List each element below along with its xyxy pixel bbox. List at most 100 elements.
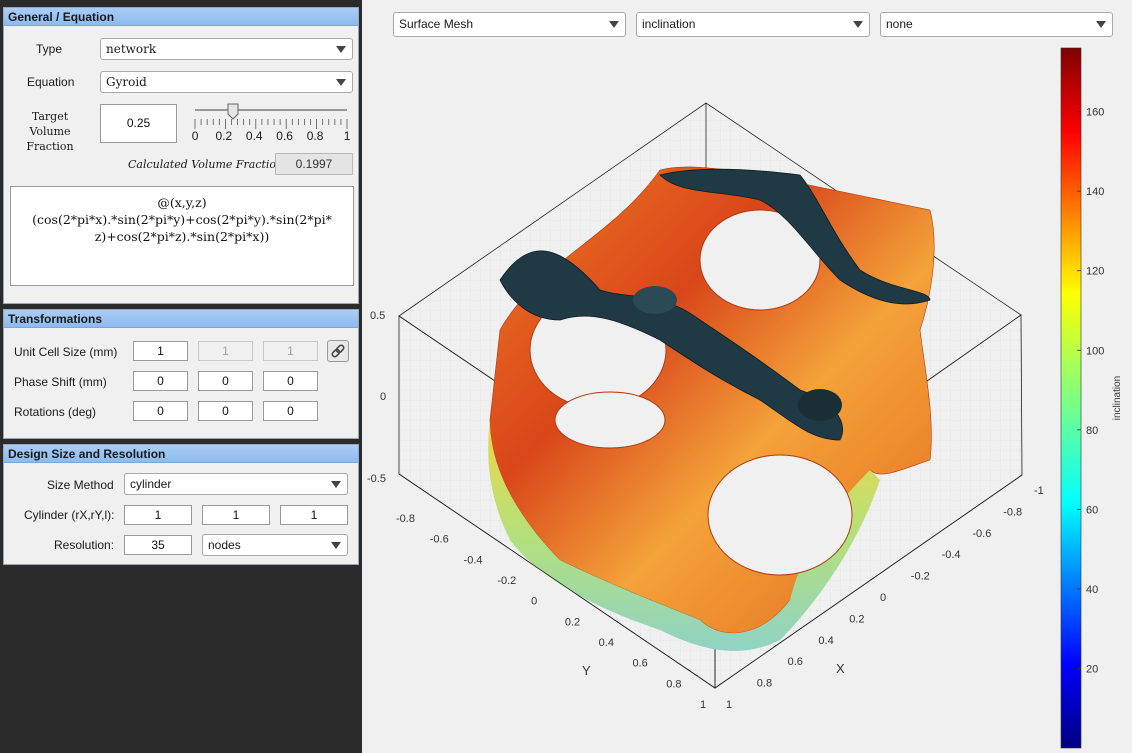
- slider-ticks: [194, 119, 348, 129]
- colorbar-tick-label: 40: [1086, 584, 1098, 596]
- general-equation-title: General / Equation: [4, 8, 358, 26]
- transformations-title: Transformations: [4, 310, 358, 328]
- type-label: Type: [36, 42, 63, 56]
- x-axis-label: X: [836, 661, 845, 676]
- link-button[interactable]: [327, 340, 349, 362]
- cylinder-rx-input[interactable]: 1: [124, 505, 192, 525]
- colorbar-tick-label: 120: [1086, 266, 1104, 278]
- resolution-label: Resolution:: [54, 538, 115, 552]
- calculated-volume-label: Calculated Volume Fraction: [128, 158, 284, 171]
- y-tick-label: 0: [531, 596, 537, 608]
- transformations-panel: Transformations Unit Cell Size (mm) 1 1 …: [3, 309, 359, 439]
- overlay-dropdown[interactable]: none: [880, 12, 1113, 37]
- x-tick-label: 0: [880, 592, 886, 604]
- x-tick-label: -0.2: [911, 571, 930, 583]
- x-tick-label: -1: [1034, 485, 1044, 497]
- calculated-volume-value: 0.1997: [275, 153, 353, 175]
- color-metric-dropdown[interactable]: inclination: [636, 12, 870, 37]
- y-tick-label: 0.4: [599, 637, 614, 649]
- slider-tick-label: 0.8: [306, 129, 324, 143]
- y-tick-label: -0.8: [396, 513, 415, 525]
- general-equation-panel: General / Equation Type network Equation…: [3, 7, 359, 304]
- x-tick-label: 0.4: [818, 635, 833, 647]
- surface-hole: [707, 454, 853, 576]
- slider-tick-label: 0.2: [215, 129, 233, 143]
- x-tick-label: 1: [726, 699, 732, 711]
- chevron-down-icon: [853, 21, 863, 28]
- display-mode-dropdown[interactable]: Surface Mesh: [393, 12, 626, 37]
- chevron-down-icon: [331, 542, 341, 549]
- resolution-unit-dropdown[interactable]: nodes: [202, 534, 348, 556]
- slider-tick-label: 1: [343, 129, 351, 143]
- phase-shift-z-input[interactable]: 0: [263, 371, 318, 391]
- size-method-value: cylinder: [130, 477, 172, 491]
- phase-shift-label: Phase Shift (mm): [14, 375, 107, 389]
- y-tick-label: 0.2: [565, 616, 580, 628]
- z-tick-label: 0: [380, 391, 386, 403]
- type-dropdown[interactable]: network: [100, 38, 353, 60]
- z-tick-label: 0.5: [370, 310, 385, 322]
- display-mode-value: Surface Mesh: [399, 17, 474, 31]
- unit-cell-x-input[interactable]: 1: [133, 341, 188, 361]
- size-method-dropdown[interactable]: cylinder: [124, 473, 348, 495]
- y-tick-label: -0.6: [430, 534, 449, 546]
- equation-text-line: z)+cos(2*pi*z).*sin(2*pi*x)): [94, 229, 270, 244]
- colorbar-label: inclination: [1112, 376, 1123, 420]
- colorbar-gradient: [1060, 47, 1082, 749]
- z-axis-ticks: 0.5 0 -0.5: [367, 310, 386, 485]
- equation-dropdown[interactable]: Gyroid: [100, 71, 353, 93]
- left-column: General / Equation Type network Equation…: [0, 0, 362, 753]
- chevron-down-icon: [609, 21, 619, 28]
- unit-cell-z-input: 1: [263, 341, 318, 361]
- colorbar-tick-label: 80: [1086, 425, 1098, 437]
- equation-text-box[interactable]: @(x,y,z) (cos(2*pi*x).*sin(2*pi*y)+cos(2…: [10, 186, 354, 286]
- colorbar-tick-label: 100: [1086, 345, 1104, 357]
- rotations-y-input[interactable]: 0: [198, 401, 253, 421]
- x-tick-label: -0.6: [972, 528, 991, 540]
- slider-tick-label: 0.6: [276, 129, 293, 143]
- colorbar-tick-label: 60: [1086, 504, 1098, 516]
- y-tick-label: -0.2: [497, 575, 516, 587]
- slider-tick-label: 0.4: [245, 129, 263, 143]
- slider-thumb[interactable]: [227, 103, 239, 120]
- equation-text-line: @(x,y,z): [157, 195, 207, 210]
- rotations-z-input[interactable]: 0: [263, 401, 318, 421]
- chevron-down-icon: [336, 79, 346, 86]
- gyroid-3d-plot[interactable]: 0.5 0 -0.5 -0.8 -0.6 -0.4 -0.2 0 0.2 0.4 0.6 0.8…: [362, 43, 1062, 753]
- phase-shift-x-input[interactable]: 0: [133, 371, 188, 391]
- type-dropdown-value: network: [106, 42, 157, 56]
- surface-top-cut: [798, 389, 842, 421]
- chevron-down-icon: [1096, 21, 1106, 28]
- equation-label: Equation: [27, 75, 75, 89]
- cylinder-l-input[interactable]: 1: [280, 505, 348, 525]
- design-size-panel: Design Size and Resolution Size Method c…: [3, 444, 359, 565]
- resolution-unit-value: nodes: [208, 538, 241, 552]
- colorbar-tick-label: 140: [1086, 186, 1104, 198]
- x-tick-label: -0.4: [942, 549, 961, 561]
- target-volume-label: Target Volume Fraction: [26, 110, 74, 153]
- phase-shift-y-input[interactable]: 0: [198, 371, 253, 391]
- x-tick-label: -0.8: [1003, 506, 1022, 518]
- link-icon: [331, 344, 345, 358]
- y-tick-label: 0.8: [666, 678, 681, 690]
- y-axis-label: Y: [582, 663, 591, 678]
- chevron-down-icon: [331, 481, 341, 488]
- z-tick-label: -0.5: [367, 473, 386, 485]
- equation-dropdown-value: Gyroid: [106, 75, 147, 89]
- colorbar: 160 140 120 100 80 60 40 20 inclination: [1060, 47, 1123, 749]
- x-tick-label: 0.8: [757, 678, 772, 690]
- target-volume-input[interactable]: 0.25: [100, 104, 177, 143]
- cylinder-label: Cylinder (rX,rY,l):: [24, 508, 115, 522]
- target-volume-slider[interactable]: [189, 102, 357, 142]
- unit-cell-size-label: Unit Cell Size (mm): [14, 345, 118, 359]
- design-size-title: Design Size and Resolution: [4, 445, 358, 463]
- equation-text-line: (cos(2*pi*x).*sin(2*pi*y)+cos(2*pi*y).*s…: [32, 212, 332, 227]
- cylinder-ry-input[interactable]: 1: [202, 505, 270, 525]
- colorbar-tick-label: 20: [1086, 663, 1098, 675]
- surface-hole: [554, 391, 666, 449]
- rotations-x-input[interactable]: 0: [133, 401, 188, 421]
- x-tick-label: 0.6: [788, 656, 803, 668]
- slider-tick-label: 0: [191, 129, 199, 143]
- resolution-input[interactable]: 35: [124, 535, 192, 555]
- colorbar-tick-label: 160: [1086, 107, 1104, 119]
